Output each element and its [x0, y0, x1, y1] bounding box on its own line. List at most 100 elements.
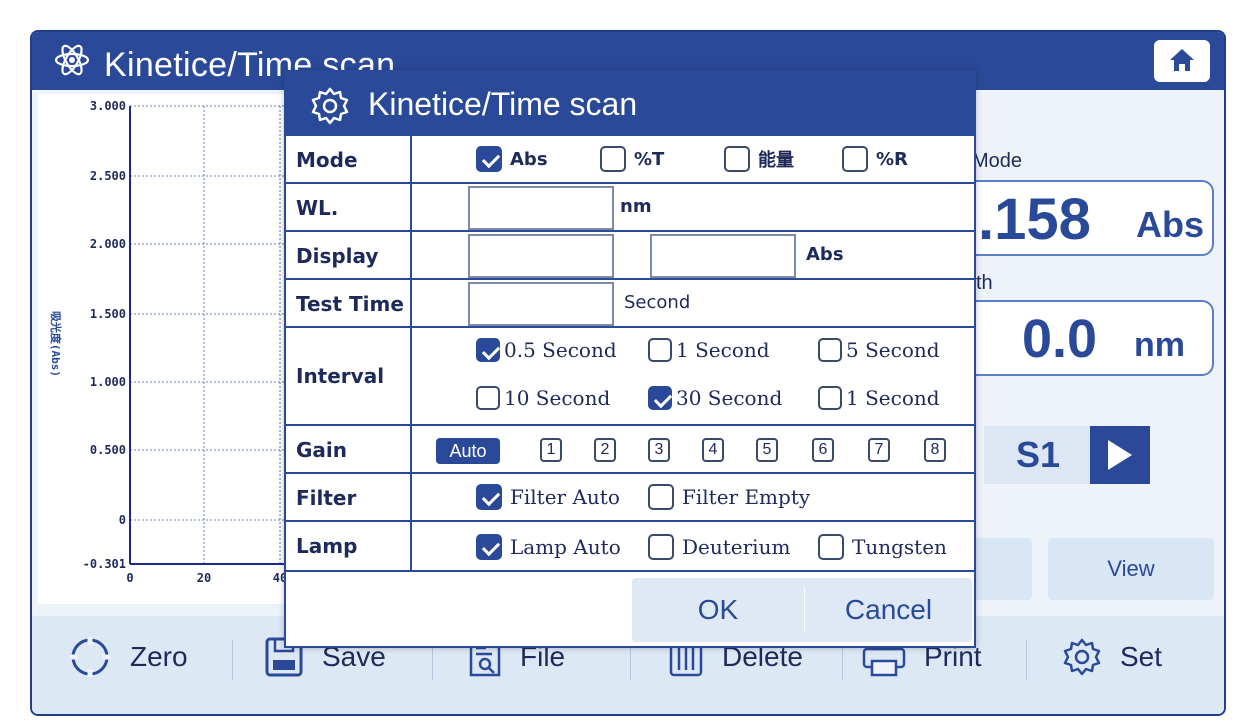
zero-icon [70, 637, 110, 677]
wavelength-unit: nm [1134, 326, 1185, 364]
mode-row: Mode Abs %T 能量 %R [286, 136, 974, 184]
option-label: 5 Second [846, 338, 940, 362]
kinetics-chart: 3.0002.5002.0001.5001.0000.5000-0.3010 20… [49, 99, 288, 585]
option-label: Tungsten [852, 535, 947, 559]
checkbox-box [724, 146, 750, 172]
dialog-title: Kinetice/Time scan [368, 86, 638, 122]
settings-dialog: Kinetice/Time scan Mode Abs %T 能量 %R WL.… [284, 70, 976, 648]
gain-level-button[interactable]: 8 [924, 438, 946, 462]
y-axis-label: 吸光度(Abs) [49, 311, 63, 377]
checkbox-box [476, 338, 500, 362]
option-label: Filter Empty [682, 485, 811, 509]
test-time-row-label: Test Time [296, 292, 404, 316]
y-tick-label: 2.500 [90, 169, 126, 183]
lamp-row-label: Lamp [296, 534, 358, 558]
checkbox-box [600, 146, 626, 172]
chart-area: 3.000 2.500 2.000 1.500 1.000 0.500 0 -0.301 0 20… [38, 94, 288, 604]
filter-empty-checkbox[interactable]: Filter Empty [648, 484, 810, 510]
sample-label: S1 [1016, 434, 1061, 475]
display-unit: Abs [806, 244, 844, 265]
gain-level-button[interactable]: 7 [868, 438, 890, 462]
gain-level-button[interactable]: 6 [812, 438, 834, 462]
row-divider [410, 474, 412, 520]
display-max-input[interactable] [650, 234, 796, 278]
option-label: 0.5 Second [504, 338, 617, 362]
wl-row: WL. nm [286, 184, 974, 232]
zero-button[interactable]: Zero [68, 634, 188, 680]
row-divider [410, 328, 412, 424]
display-min-input[interactable] [468, 234, 614, 278]
row-divider [410, 232, 412, 278]
zero-label: Zero [130, 641, 188, 672]
set-button[interactable]: Set [1062, 634, 1162, 680]
test-time-row: Test Time Second [286, 280, 974, 328]
mode-row-label: Mode [296, 148, 358, 172]
option-label: Filter Auto [510, 485, 620, 509]
checkbox-box [476, 484, 502, 510]
atom-icon [54, 44, 90, 76]
checkbox-box [842, 146, 868, 172]
interval-10s-checkbox[interactable]: 10 Second [476, 386, 610, 410]
row-divider [410, 522, 412, 570]
checkbox-box [648, 386, 672, 410]
row-divider [410, 426, 412, 472]
gain-row: Gain Auto 1 2 3 4 5 6 7 8 [286, 426, 974, 474]
home-button[interactable] [1154, 40, 1210, 82]
filter-row: Filter Filter Auto Filter Empty [286, 474, 974, 522]
lamp-deuterium-checkbox[interactable]: Deuterium [648, 534, 790, 560]
sample-next-button[interactable] [1090, 426, 1150, 484]
x-tick-label: 20 [197, 571, 211, 585]
option-label: Deuterium [682, 535, 791, 559]
y-tick-label: -0.301 [83, 557, 126, 571]
lamp-tungsten-checkbox[interactable]: Tungsten [818, 534, 947, 560]
checkbox-box [476, 534, 502, 560]
option-label: Lamp Auto [510, 535, 621, 559]
checkbox-box [818, 338, 842, 362]
mode-energy-checkbox[interactable]: 能量 [724, 146, 794, 172]
view-button[interactable]: View [1048, 538, 1214, 600]
gain-level-button[interactable]: 5 [756, 438, 778, 462]
wavelength-value: 0.0 [1022, 309, 1098, 369]
interval-0-5s-checkbox[interactable]: 0.5 Second [476, 338, 617, 362]
toolbar-divider [232, 640, 233, 680]
dialog-title-bar: Kinetice/Time scan [286, 72, 974, 136]
interval-5s-checkbox[interactable]: 5 Second [818, 338, 940, 362]
interval-1s-checkbox[interactable]: 1 Second [648, 338, 770, 362]
cancel-button[interactable]: Cancel [805, 578, 972, 642]
interval-row: Interval 0.5 Second 1 Second 5 Second 10… [286, 328, 974, 426]
set-label: Set [1120, 641, 1163, 672]
row-divider [410, 280, 412, 326]
wl-unit: nm [620, 196, 652, 217]
gain-level-button[interactable]: 1 [540, 438, 562, 462]
option-label: Abs [510, 148, 548, 170]
option-label: %R [876, 148, 908, 170]
gear-icon [1063, 638, 1101, 676]
wavelength-input[interactable] [468, 186, 614, 230]
mode-label: Mode [972, 150, 1023, 172]
y-tick-label: 3.000 [90, 99, 126, 113]
gain-auto-button[interactable]: Auto [436, 438, 500, 464]
filter-row-label: Filter [296, 486, 357, 510]
ok-button[interactable]: OK [632, 578, 804, 642]
test-time-input[interactable] [468, 282, 614, 326]
dialog-footer: OK Cancel [632, 578, 972, 642]
gain-level-button[interactable]: 2 [594, 438, 616, 462]
wl-row-label: WL. [296, 196, 339, 220]
display-row-label: Display [296, 244, 379, 268]
interval-row-label: Interval [296, 364, 385, 388]
gain-level-button[interactable]: 4 [702, 438, 724, 462]
mode-t-checkbox[interactable]: %T [600, 146, 664, 172]
wavelength-label: th [976, 272, 993, 294]
mode-abs-checkbox[interactable]: Abs [476, 146, 548, 172]
filter-auto-checkbox[interactable]: Filter Auto [476, 484, 620, 510]
option-label: 1 Second [846, 386, 940, 410]
checkbox-box [648, 534, 674, 560]
lamp-auto-checkbox[interactable]: Lamp Auto [476, 534, 621, 560]
option-label: 1 Second [676, 338, 770, 362]
interval-1s-b-checkbox[interactable]: 1 Second [818, 386, 940, 410]
interval-30s-checkbox[interactable]: 30 Second [648, 386, 782, 410]
lamp-row: Lamp Lamp Auto Deuterium Tungsten [286, 522, 974, 572]
y-tick-label: 1.500 [90, 307, 126, 321]
mode-r-checkbox[interactable]: %R [842, 146, 908, 172]
gain-level-button[interactable]: 3 [648, 438, 670, 462]
